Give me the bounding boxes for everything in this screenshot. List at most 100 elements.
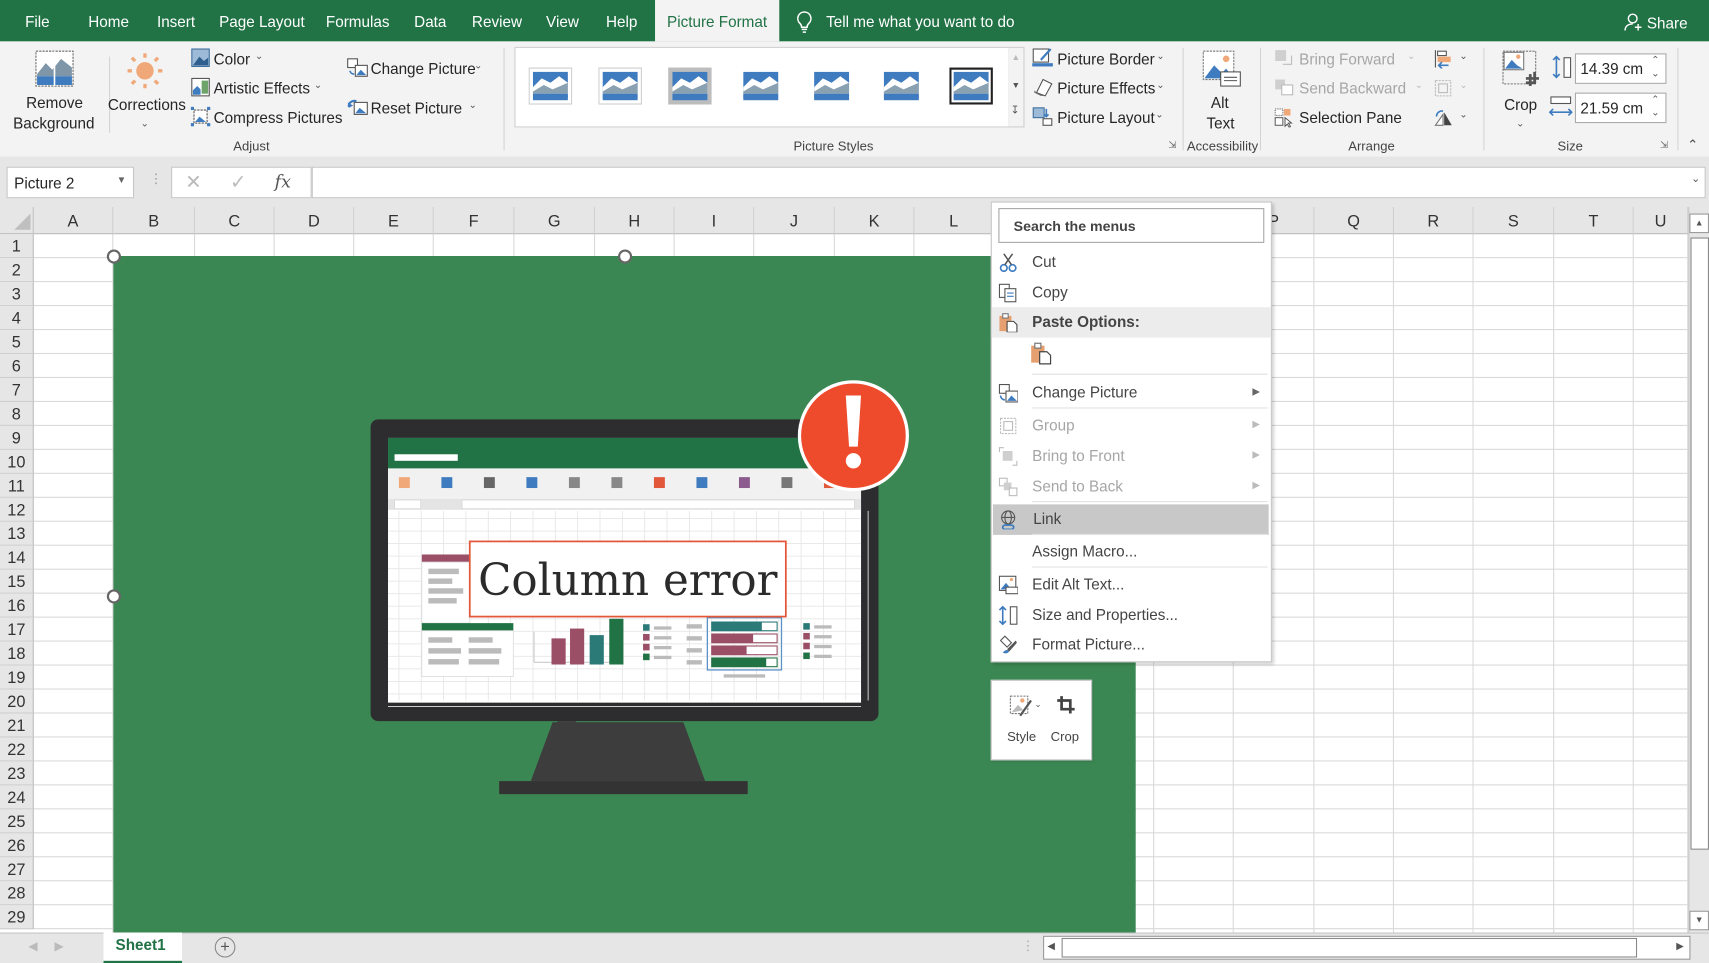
column-header[interactable]: H <box>595 206 675 235</box>
context-menu-item-format-picture[interactable]: Format Picture... <box>992 630 1271 661</box>
row-header[interactable]: 26 <box>0 833 34 858</box>
column-header[interactable]: T <box>1554 206 1634 235</box>
tab-data[interactable]: Data <box>414 0 446 41</box>
tab-picture-format[interactable]: Picture Format <box>655 0 780 42</box>
column-header[interactable]: C <box>195 206 275 235</box>
rotate-button[interactable]: ⌄ <box>1431 106 1470 130</box>
row-header[interactable]: 25 <box>0 809 34 834</box>
row-header[interactable]: 6 <box>0 354 34 379</box>
context-menu-item-link[interactable]: Link <box>992 504 1269 535</box>
sheet-tab-sheet1[interactable]: Sheet1 <box>103 932 183 963</box>
row-header[interactable]: 21 <box>0 713 34 738</box>
alt-text-button[interactable]: Alt Text <box>1191 46 1252 133</box>
tab-page-layout[interactable]: Page Layout <box>219 0 305 41</box>
picture-layout-button[interactable]: Picture Layout ⌄ <box>1032 106 1174 130</box>
context-menu-item-bring-to-front[interactable]: Bring to Front ▶ <box>992 441 1271 472</box>
row-header[interactable]: 19 <box>0 665 34 690</box>
picture-styles-launcher-icon[interactable]: ⇲ <box>1168 139 1176 151</box>
column-header[interactable]: S <box>1473 206 1555 235</box>
selection-pane-button[interactable]: Selection Pane <box>1274 106 1416 130</box>
tab-view[interactable]: View <box>546 0 579 41</box>
picture-style-thumb[interactable] <box>949 67 993 105</box>
row-header[interactable]: 11 <box>0 473 34 498</box>
width-down-icon[interactable]: ⌄ <box>1651 107 1659 119</box>
cancel-formula-icon[interactable]: ✕ <box>185 171 201 194</box>
height-up-icon[interactable]: ⌃ <box>1651 54 1659 66</box>
search-menus-input[interactable]: Search the menus <box>998 208 1265 243</box>
row-header[interactable]: 9 <box>0 425 34 450</box>
crop-button[interactable]: Crop ⌄ <box>1495 46 1545 133</box>
row-header[interactable]: 2 <box>0 258 34 283</box>
insert-function-button[interactable]: fx <box>275 171 291 192</box>
expand-formula-bar-icon[interactable]: ⌄ <box>1691 173 1700 185</box>
column-header[interactable]: R <box>1394 206 1474 235</box>
vertical-scroll-thumb[interactable] <box>1690 237 1709 850</box>
row-header[interactable]: 14 <box>0 545 34 570</box>
resize-handle-top-left[interactable] <box>106 249 121 264</box>
name-box[interactable]: Picture 2 ▼ <box>6 166 135 199</box>
selected-picture[interactable]: Column error <box>113 256 1136 933</box>
tab-split-grip-icon[interactable]: ⋮ <box>1021 938 1034 953</box>
context-menu-item-group[interactable]: Group ▶ <box>992 411 1271 442</box>
gallery-scroll[interactable]: ▲ ▼ ↧ <box>1008 46 1025 128</box>
column-header[interactable]: I <box>674 206 755 235</box>
prev-sheet-icon[interactable]: ◀ <box>28 939 37 953</box>
gallery-down-icon[interactable]: ▼ <box>1011 81 1020 91</box>
horizontal-scrollbar[interactable]: ◀ ▶ <box>1043 935 1691 960</box>
mini-crop-button[interactable]: Crop <box>1046 690 1085 751</box>
column-header[interactable]: J <box>754 206 835 235</box>
corrections-button[interactable]: Corrections ⌄ <box>105 46 186 133</box>
resize-handle-left[interactable] <box>106 589 121 604</box>
context-menu-item-change-picture[interactable]: Change Picture ▶ <box>992 378 1271 409</box>
share-button[interactable]: Share <box>1647 1 1688 42</box>
row-header[interactable]: 5 <box>0 330 34 355</box>
context-menu-item-edit-alt-text[interactable]: Edit Alt Text... <box>992 570 1271 601</box>
size-launcher-icon[interactable]: ⇲ <box>1660 139 1668 151</box>
select-all-button[interactable] <box>0 206 34 235</box>
column-header[interactable]: F <box>433 206 515 235</box>
group-objects-button[interactable]: ⌄ <box>1431 76 1470 100</box>
reset-picture-button[interactable]: Reset Picture ⌄ <box>347 96 489 120</box>
context-menu-item-assign-macro[interactable]: Assign Macro... <box>992 537 1271 568</box>
row-header[interactable]: 13 <box>0 521 34 546</box>
column-header[interactable]: B <box>113 206 196 235</box>
align-button[interactable]: ⌄ <box>1431 47 1470 71</box>
row-header[interactable]: 4 <box>0 306 34 331</box>
vertical-scrollbar[interactable]: ▲ ▼ <box>1688 206 1709 933</box>
formula-input[interactable]: ⌄ <box>311 166 1706 199</box>
row-header[interactable]: 17 <box>0 617 34 642</box>
picture-style-thumb[interactable] <box>739 68 783 105</box>
context-menu-item-size-and-properties[interactable]: Size and Properties... <box>992 600 1271 631</box>
tab-insert[interactable]: Insert <box>157 0 195 41</box>
row-header[interactable]: 29 <box>0 905 34 930</box>
tab-file[interactable]: File <box>25 0 50 41</box>
scroll-left-icon[interactable]: ◀ <box>1047 940 1055 952</box>
width-up-icon[interactable]: ⌃ <box>1651 94 1659 106</box>
name-box-dropdown-icon[interactable]: ▼ <box>117 174 127 185</box>
tell-me-search[interactable]: Tell me what you want to do <box>826 0 1014 41</box>
row-header[interactable]: 1 <box>0 234 34 259</box>
compress-pictures-button[interactable]: Compress Pictures <box>190 106 343 130</box>
column-header[interactable]: U <box>1633 206 1689 235</box>
style-button[interactable]: ⌄ Style <box>998 690 1042 751</box>
picture-border-button[interactable]: Picture Border ⌄ <box>1032 47 1174 71</box>
column-header[interactable]: Q <box>1314 206 1395 235</box>
picture-style-thumb[interactable] <box>668 67 712 105</box>
context-menu-item-cut[interactable]: Cut <box>992 247 1271 278</box>
row-header[interactable]: 28 <box>0 881 34 906</box>
paste-picture-option-button[interactable] <box>1030 341 1052 365</box>
row-header[interactable]: 27 <box>0 857 34 882</box>
column-header[interactable]: L <box>914 206 995 235</box>
row-header[interactable]: 10 <box>0 449 34 474</box>
column-header[interactable]: A <box>33 206 114 235</box>
row-header[interactable]: 18 <box>0 641 34 666</box>
tab-help[interactable]: Help <box>606 0 637 41</box>
send-backward-button[interactable]: Send Backward ⌄ <box>1274 76 1427 100</box>
picture-style-thumb[interactable] <box>880 68 924 105</box>
add-sheet-button[interactable]: + <box>214 936 236 958</box>
collapse-ribbon-icon[interactable]: ⌃ <box>1687 137 1698 152</box>
picture-style-thumb[interactable] <box>528 67 573 105</box>
enter-formula-icon[interactable]: ✓ <box>230 171 246 194</box>
tab-home[interactable]: Home <box>88 0 129 41</box>
row-header[interactable]: 3 <box>0 282 34 307</box>
